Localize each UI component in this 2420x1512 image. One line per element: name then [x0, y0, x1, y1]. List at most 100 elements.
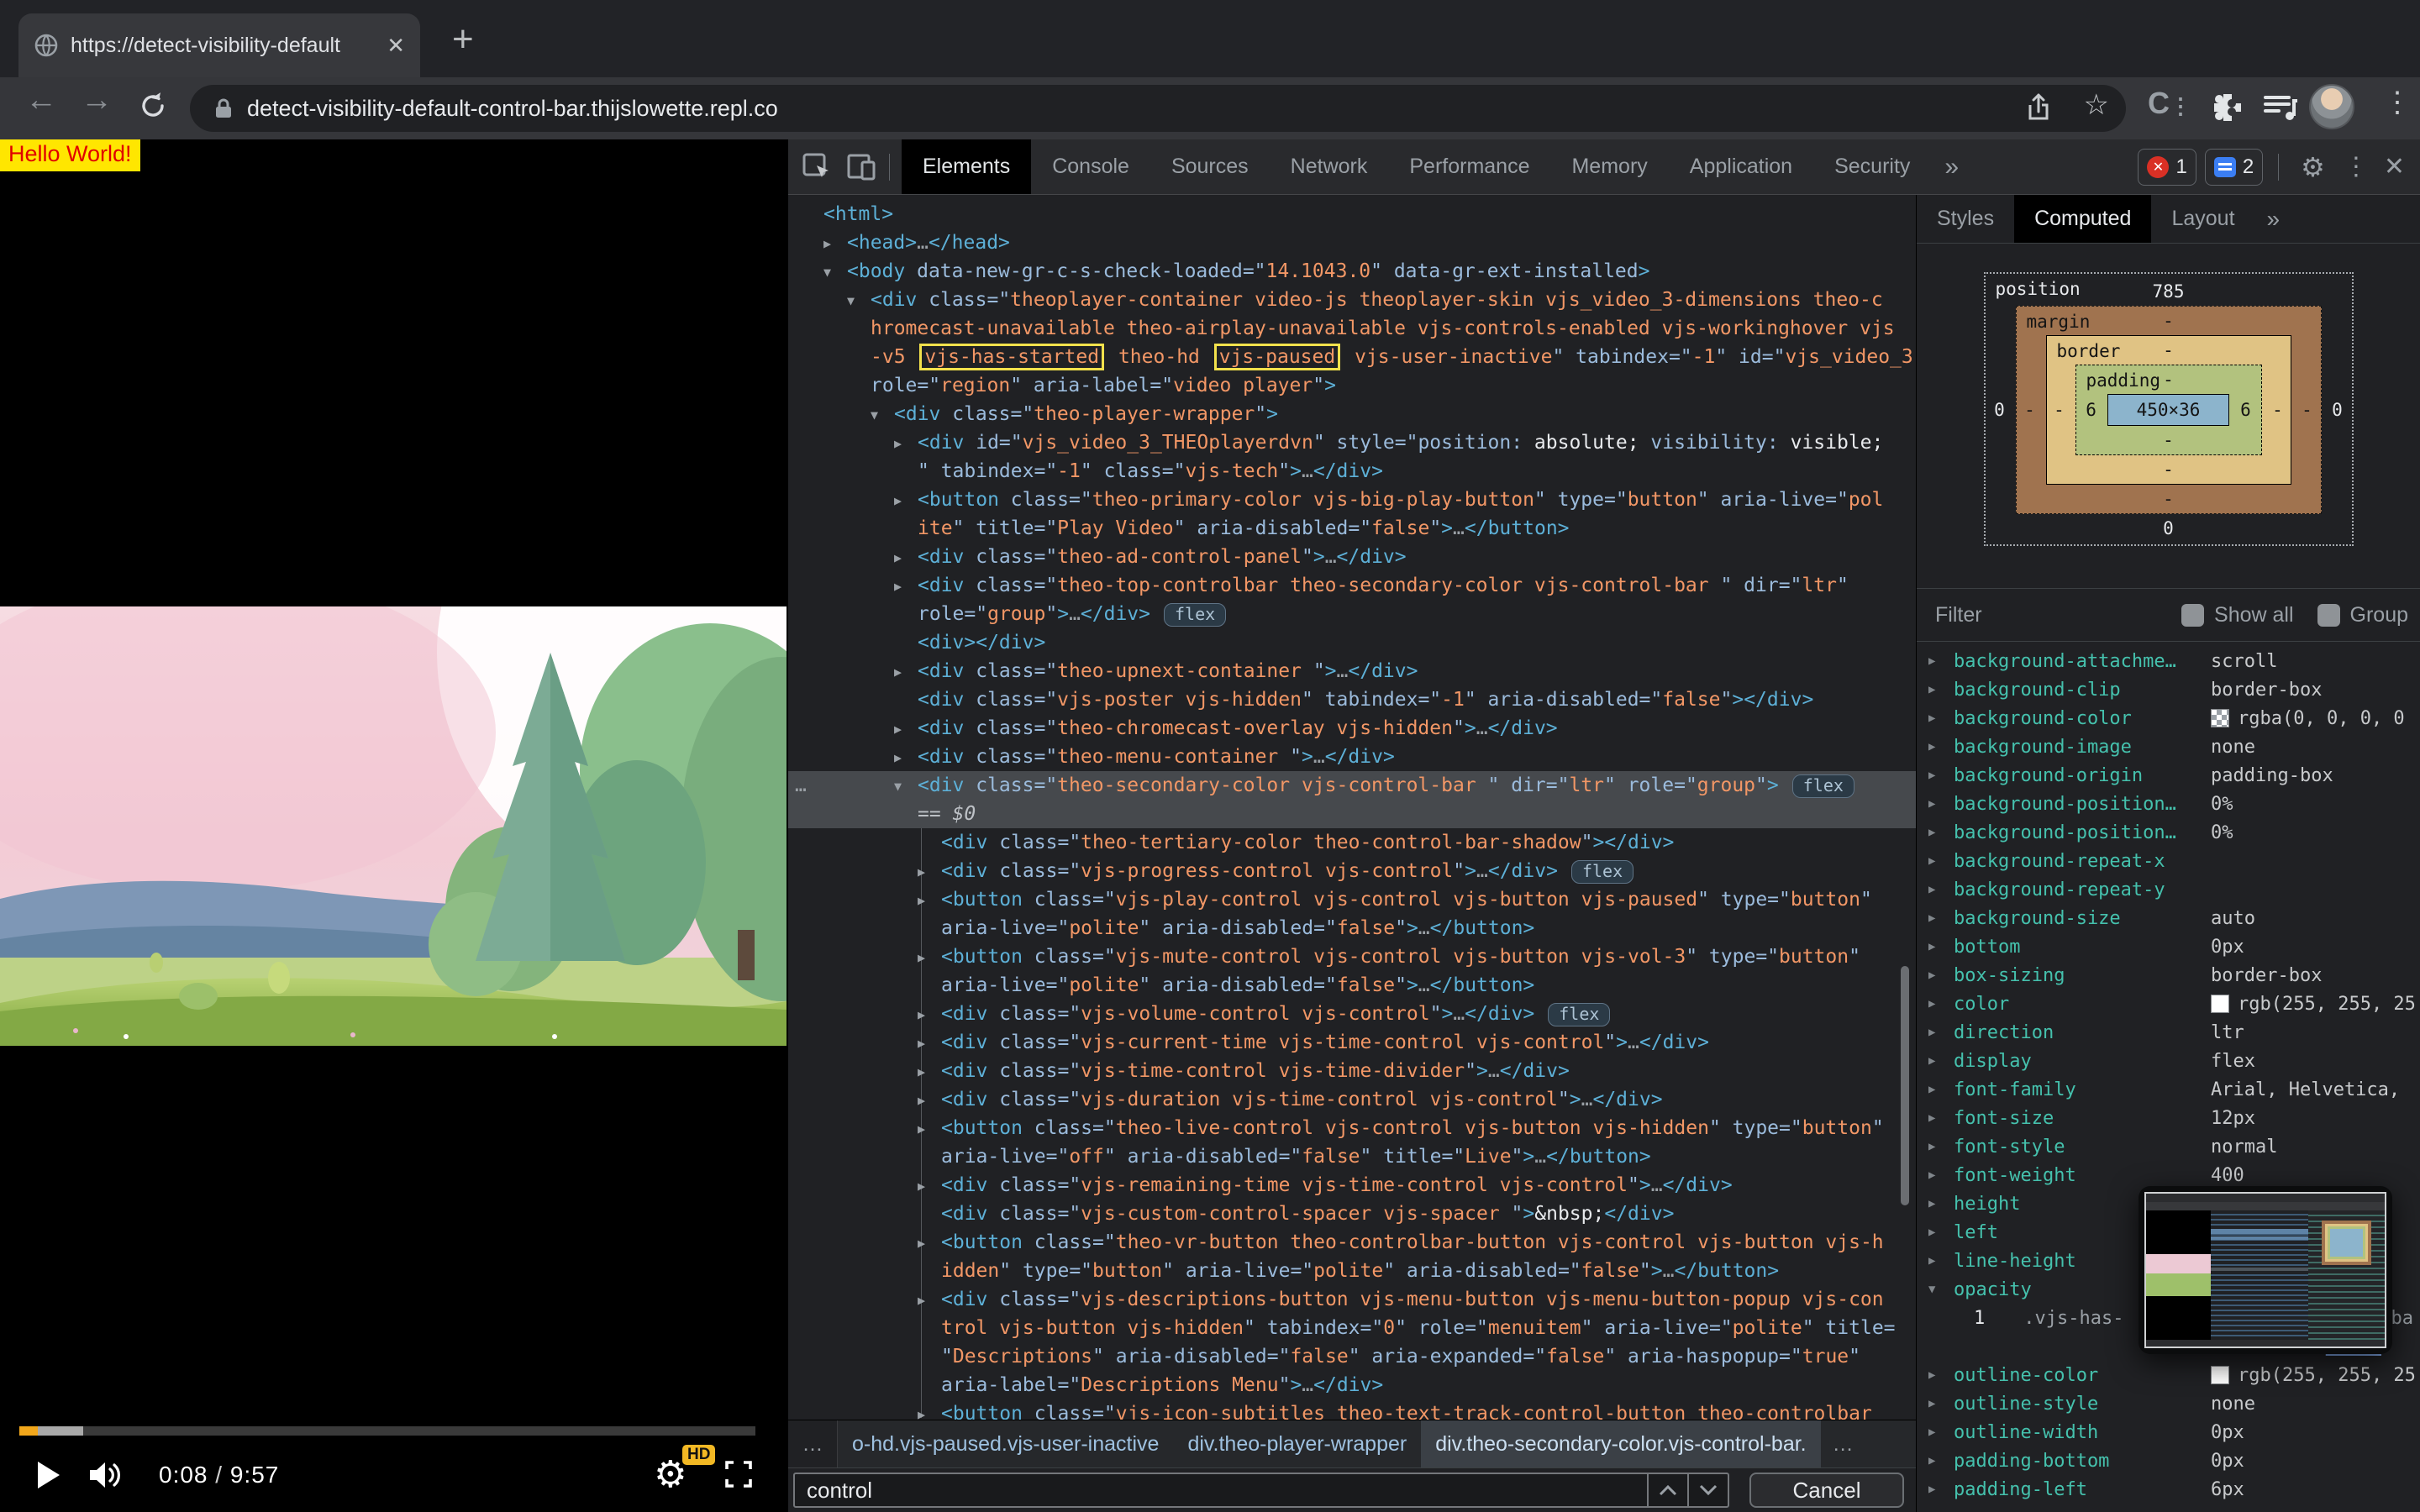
dom-tree-row[interactable]: ▶<div id="vjs_video_3_THEOplayerdvn" sty… — [788, 428, 1916, 457]
expand-arrow-right-icon[interactable]: ▶ — [918, 1058, 925, 1086]
dom-tree-row[interactable]: ▶<head>…</head> — [788, 228, 1916, 257]
prop-arrow-right-icon[interactable]: ▶ — [1917, 1454, 1954, 1467]
computed-property-row[interactable]: ▶padding-bottom0px — [1917, 1446, 2420, 1475]
avatar[interactable] — [2309, 84, 2354, 129]
expand-arrow-right-icon[interactable]: ▶ — [918, 1229, 925, 1257]
computed-property-row[interactable]: ▶font-size12px — [1917, 1104, 2420, 1132]
expand-arrow-right-icon[interactable]: ▶ — [918, 886, 925, 915]
prop-arrow-right-icon[interactable]: ▶ — [1917, 1254, 1954, 1268]
dom-tree-row[interactable]: ▼<div class="theo-player-wrapper"> — [788, 400, 1916, 428]
computed-property-row[interactable]: ▶bottom0px — [1917, 932, 2420, 961]
video-player[interactable]: 0:08 / 9:57 ⚙ HD — [0, 139, 786, 1512]
prop-arrow-down-icon[interactable]: ▼ — [1917, 1283, 1954, 1296]
prop-arrow-right-icon[interactable]: ▶ — [1917, 997, 1954, 1011]
tab-network[interactable]: Network — [1270, 139, 1389, 194]
dom-tree-row[interactable]: ▶<div class="theo-top-controlbar theo-se… — [788, 571, 1916, 600]
tab-close-ic[interactable]: ✕ — [387, 33, 405, 59]
dom-tree-row[interactable]: <div class="theo-tertiary-color theo-con… — [788, 828, 1916, 857]
dom-tree-row[interactable]: trol vjs-button vjs-hidden" tabindex="0"… — [788, 1314, 1916, 1342]
dom-tree-row[interactable]: -v5 vjs-has-started theo-hd vjs-paused v… — [788, 343, 1916, 371]
window-preview-thumbnail[interactable] — [2139, 1186, 2392, 1354]
dom-tree-row[interactable]: ▶<div class="theo-chromecast-overlay vjs… — [788, 714, 1916, 743]
flex-badge[interactable]: flex — [1548, 1003, 1610, 1026]
dom-tree-row[interactable]: ▼<div class="theoplayer-container video-… — [788, 286, 1916, 314]
dom-tree-row[interactable]: idden" type="button" aria-live="polite" … — [788, 1257, 1916, 1285]
prop-arrow-right-icon[interactable]: ▶ — [1917, 1197, 1954, 1210]
play-button[interactable] — [38, 1462, 60, 1488]
expand-arrow-right-icon[interactable]: ▶ — [894, 572, 902, 601]
video-progress-bar[interactable] — [19, 1426, 755, 1436]
reload-button[interactable] — [134, 87, 171, 129]
sidebar-tab-layout[interactable]: Layout — [2151, 195, 2254, 243]
expand-arrow-right-icon[interactable]: ▶ — [894, 429, 902, 458]
computed-property-row[interactable]: ▶font-weight400 — [1917, 1161, 2420, 1189]
breadcrumb-item[interactable]: div.theo-secondary-color.vjs-control-bar… — [1421, 1420, 1820, 1467]
prop-arrow-right-icon[interactable]: ▶ — [1917, 1140, 1954, 1153]
expand-arrow-right-icon[interactable]: ▶ — [918, 858, 925, 886]
prop-arrow-right-icon[interactable]: ▶ — [1917, 1226, 1954, 1239]
dom-tree-row[interactable]: " tabindex="-1" class="vjs-tech">…</div> — [788, 457, 1916, 486]
tab-security[interactable]: Security — [1813, 139, 1931, 194]
breadcrumb-item[interactable]: o-hd.vjs-paused.vjs-user-inactive — [838, 1420, 1173, 1467]
computed-property-row[interactable]: ▶background-sizeauto — [1917, 904, 2420, 932]
sidebar-tab-computed[interactable]: Computed — [2014, 195, 2151, 243]
back-button[interactable]: ← — [25, 82, 57, 118]
prop-arrow-right-icon[interactable]: ▶ — [1917, 1483, 1954, 1496]
prop-arrow-right-icon[interactable]: ▶ — [1917, 1083, 1954, 1096]
error-badge[interactable]: ✕ 1 — [2138, 149, 2196, 186]
expand-arrow-down-icon[interactable]: ▼ — [871, 401, 878, 429]
prop-arrow-right-icon[interactable]: ▶ — [1917, 654, 1954, 668]
volume-icon[interactable] — [88, 1460, 124, 1490]
dom-tree-row[interactable]: ▶<button class="theo-primary-color vjs-b… — [788, 486, 1916, 514]
prop-arrow-right-icon[interactable]: ▶ — [1917, 797, 1954, 811]
previous-match-chevron-icon[interactable] — [1647, 1474, 1687, 1506]
flex-badge[interactable]: flex — [1164, 603, 1226, 627]
show-all-checkbox[interactable] — [2181, 604, 2204, 627]
dom-tree-row[interactable]: role="group">…</div>flex — [788, 600, 1916, 628]
dom-tree-row[interactable]: ▶<button class="vjs-play-control vjs-con… — [788, 885, 1916, 914]
bookmark-star-icon[interactable]: ☆ — [2084, 88, 2109, 122]
computed-property-row[interactable]: ▶background-imagenone — [1917, 732, 2420, 761]
new-tab-button[interactable]: + — [452, 18, 474, 60]
computed-property-row[interactable]: ▶outline-stylenone — [1917, 1389, 2420, 1418]
dom-tree-row[interactable]: ▶<div class="theo-menu-container ">…</di… — [788, 743, 1916, 771]
dom-tree-row[interactable]: ▶<div class="theo-upnext-container ">…</… — [788, 657, 1916, 685]
dom-tree-row[interactable]: <div class="vjs-custom-control-spacer vj… — [788, 1200, 1916, 1228]
expand-arrow-down-icon[interactable]: ▼ — [847, 286, 855, 315]
expand-arrow-right-icon[interactable]: ▶ — [894, 743, 902, 772]
computed-property-row[interactable]: ▶font-stylenormal — [1917, 1132, 2420, 1161]
device-toolbar-icon[interactable] — [845, 152, 877, 182]
expand-arrow-right-icon[interactable]: ▶ — [894, 486, 902, 515]
computed-property-row[interactable]: ▶directionltr — [1917, 1018, 2420, 1047]
expand-arrow-right-icon[interactable]: ▶ — [918, 1029, 925, 1058]
prop-arrow-right-icon[interactable]: ▶ — [1917, 711, 1954, 725]
tab-sources[interactable]: Sources — [1150, 139, 1270, 194]
dom-tree-row[interactable]: aria-label="Descriptions Menu">…</div> — [788, 1371, 1916, 1399]
prop-arrow-right-icon[interactable]: ▶ — [1917, 1397, 1954, 1410]
dom-tree-row[interactable]: ▶<div class="vjs-duration vjs-time-contr… — [788, 1085, 1916, 1114]
prop-arrow-right-icon[interactable]: ▶ — [1917, 1425, 1954, 1439]
computed-property-row[interactable]: ▶background-attachme…scroll — [1917, 647, 2420, 675]
breadcrumb-overflow-icon[interactable]: … — [788, 1420, 838, 1467]
prop-arrow-right-icon[interactable]: ▶ — [1917, 1054, 1954, 1068]
dom-tree-row[interactable]: ▶<button class="theo-vr-button theo-cont… — [788, 1228, 1916, 1257]
box-model[interactable]: position 785 0 margin - - border - - — [1984, 272, 2354, 546]
expand-arrow-right-icon[interactable]: ▶ — [918, 1000, 925, 1029]
tab-memory[interactable]: Memory — [1550, 139, 1668, 194]
prop-arrow-right-icon[interactable]: ▶ — [1917, 1368, 1954, 1382]
dom-tree-row[interactable]: ▶<div class="vjs-volume-control vjs-cont… — [788, 1000, 1916, 1028]
inspect-element-icon[interactable] — [802, 152, 832, 182]
message-badge[interactable]: 2 — [2205, 149, 2263, 186]
expand-arrow-right-icon[interactable]: ▶ — [823, 229, 831, 258]
extensions-puzzle-icon[interactable] — [2210, 89, 2245, 129]
prop-arrow-right-icon[interactable]: ▶ — [1917, 1111, 1954, 1125]
computed-property-row[interactable]: ▶outline-width0px — [1917, 1418, 2420, 1446]
dom-tree-row[interactable]: aria-live="polite" aria-disabled="false"… — [788, 914, 1916, 942]
tab-console[interactable]: Console — [1031, 139, 1150, 194]
expand-arrow-right-icon[interactable]: ▶ — [894, 715, 902, 743]
flex-badge[interactable]: flex — [1792, 774, 1854, 798]
forward-button[interactable]: → — [81, 82, 113, 118]
search-input[interactable]: control — [793, 1473, 1729, 1508]
computed-property-row[interactable]: ▶background-clipborder-box — [1917, 675, 2420, 704]
prop-arrow-right-icon[interactable]: ▶ — [1917, 969, 1954, 982]
